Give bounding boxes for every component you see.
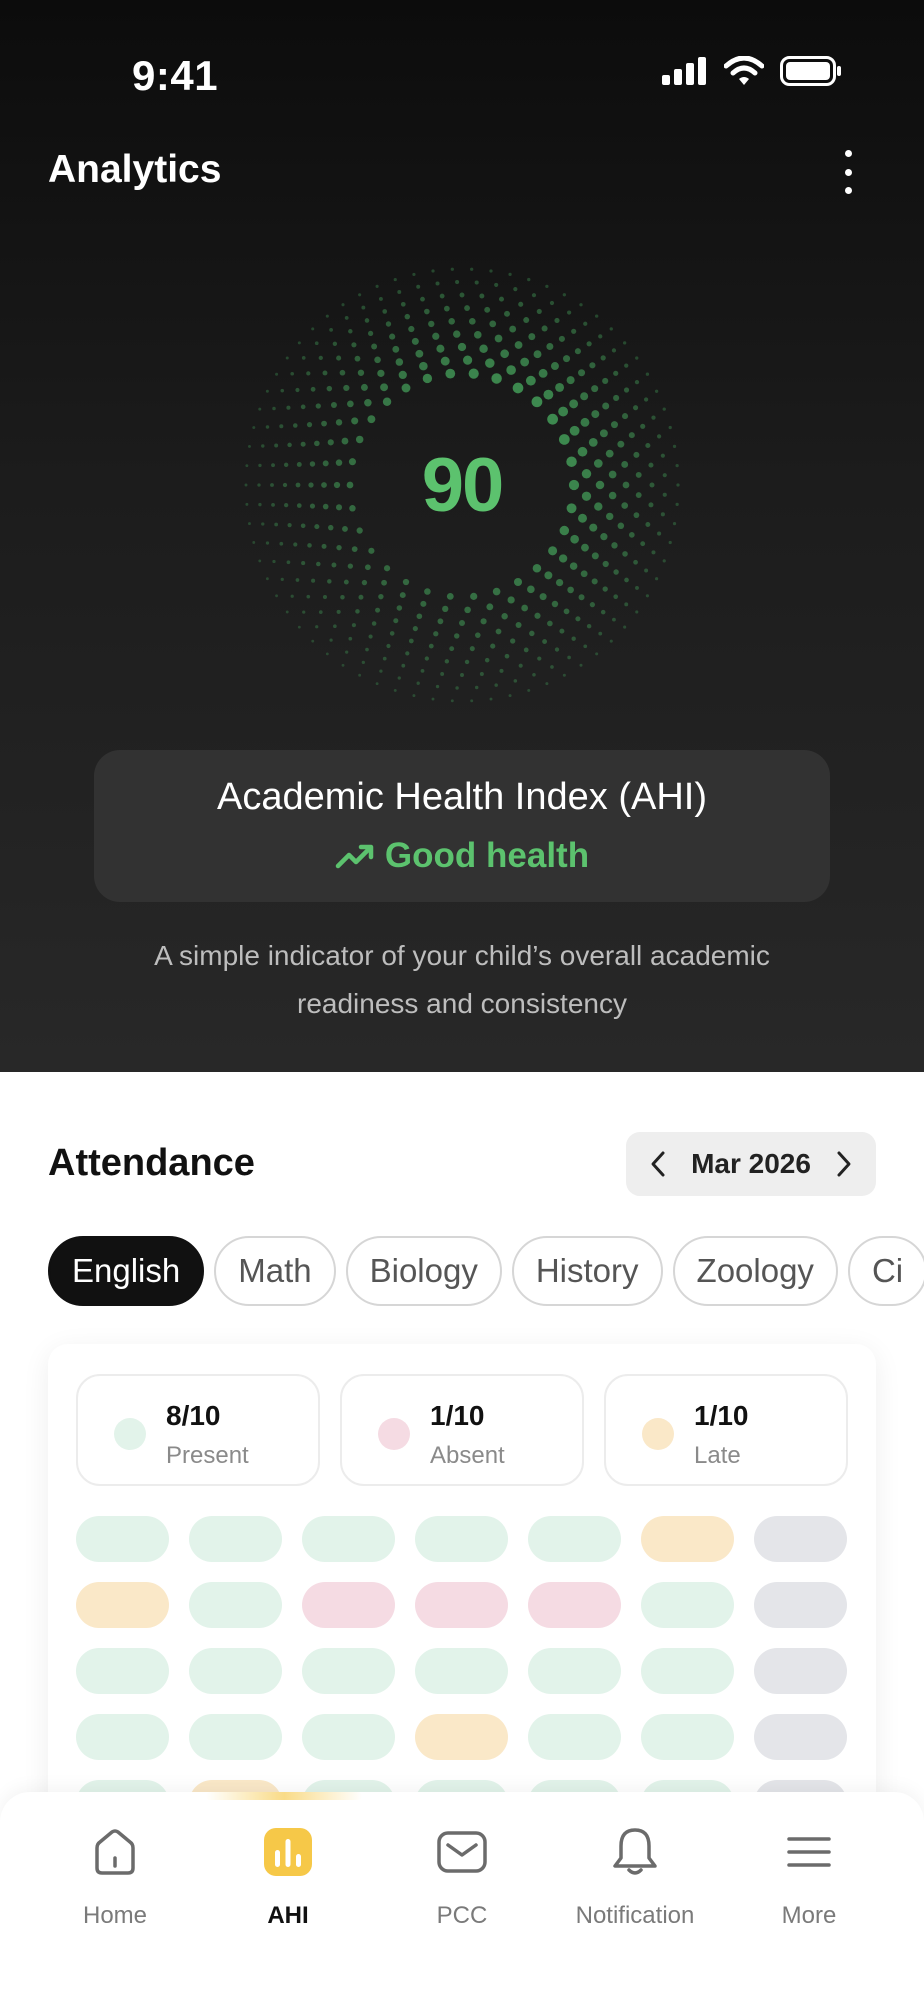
subject-chip-zoology[interactable]: Zoology (672, 1236, 838, 1306)
calendar-day-absent[interactable] (528, 1582, 621, 1628)
bell-icon (609, 1826, 661, 1878)
calendar-day-late[interactable] (641, 1516, 734, 1562)
calendar-day-late[interactable] (76, 1582, 169, 1628)
subject-filter: English Math Biology History Zoology Ci (48, 1236, 924, 1308)
calendar-day-present[interactable] (415, 1648, 508, 1694)
calendar-day-present[interactable] (641, 1582, 734, 1628)
ahi-title: Academic Health Index (AHI) (217, 776, 707, 818)
calendar-day-off[interactable] (754, 1582, 847, 1628)
calendar-day-present[interactable] (189, 1714, 282, 1760)
late-stat: 1/10 Late (604, 1374, 848, 1486)
status-time: 9:41 (132, 52, 219, 99)
mail-icon (436, 1826, 488, 1878)
menu-icon (783, 1826, 835, 1878)
calendar-day-present[interactable] (189, 1648, 282, 1694)
subject-chip-english[interactable]: English (48, 1236, 205, 1306)
previous-month-icon[interactable] (646, 1148, 670, 1180)
calendar-day-present[interactable] (641, 1714, 734, 1760)
calendar-day-off[interactable] (754, 1714, 847, 1760)
subject-chip-ci[interactable]: Ci (847, 1236, 924, 1306)
subject-chip-biology[interactable]: Biology (345, 1236, 502, 1306)
tab-notification-label: Notification (575, 1902, 695, 1929)
calendar-day-present[interactable] (302, 1714, 395, 1760)
home-icon (89, 1826, 141, 1878)
tab-ahi-label: AHI (267, 1902, 309, 1929)
next-month-icon[interactable] (832, 1148, 856, 1180)
page-title: Analytics (48, 148, 222, 191)
absent-stat: 1/10 Absent (340, 1374, 584, 1486)
calendar-day-present[interactable] (76, 1516, 169, 1562)
tab-pcc[interactable]: PCC (370, 1792, 554, 2000)
present-count: 8/10 (166, 1400, 221, 1431)
present-dot (114, 1418, 146, 1450)
tab-more-label: More (781, 1902, 837, 1929)
attendance-calendar (76, 1516, 847, 1826)
present-label: Present (166, 1442, 249, 1469)
calendar-day-present[interactable] (415, 1516, 508, 1562)
calendar-day-present[interactable] (76, 1714, 169, 1760)
tab-home[interactable]: Home (23, 1792, 207, 2000)
trending-up-icon (335, 844, 374, 869)
ahi-description: A simple indicator of your child’s overa… (154, 940, 770, 1019)
tab-notification[interactable]: Notification (543, 1792, 727, 2000)
absent-count: 1/10 (430, 1400, 485, 1431)
chart-icon (262, 1826, 314, 1878)
calendar-day-present[interactable] (302, 1648, 395, 1694)
ahi-status-label: Good health (384, 836, 590, 875)
status-icons (662, 56, 842, 86)
tab-home-label: Home (82, 1902, 148, 1929)
calendar-day-late[interactable] (415, 1714, 508, 1760)
tab-more[interactable]: More (717, 1792, 901, 2000)
calendar-day-absent[interactable] (415, 1582, 508, 1628)
present-stat: 8/10 Present (76, 1374, 320, 1486)
bottom-tab-bar: Home AHI PCC Notification More (0, 1792, 924, 2000)
late-dot (642, 1418, 674, 1450)
tab-pcc-label: PCC (436, 1902, 488, 1929)
ahi-summary-card: Academic Health Index (AHI) Good health (94, 750, 830, 902)
calendar-day-present[interactable] (189, 1516, 282, 1562)
month-picker[interactable]: Mar 2026 (626, 1132, 876, 1196)
tab-ahi[interactable]: AHI (196, 1792, 380, 2000)
calendar-day-present[interactable] (76, 1648, 169, 1694)
calendar-day-present[interactable] (302, 1516, 395, 1562)
calendar-day-present[interactable] (528, 1648, 621, 1694)
battery-icon (780, 56, 841, 86)
subject-chip-row: English Math Biology History Zoology Ci (48, 1236, 924, 1306)
status-bar: 9:41 (0, 0, 924, 150)
calendar-day-present[interactable] (528, 1516, 621, 1562)
calendar-day-off[interactable] (754, 1648, 847, 1694)
calendar-day-absent[interactable] (302, 1582, 395, 1628)
ahi-status: Good health (94, 836, 830, 876)
late-label: Late (694, 1442, 741, 1469)
calendar-day-present[interactable] (528, 1714, 621, 1760)
analytics-hero: 9:41 Analytics 90 Academic Health Index … (0, 0, 924, 1072)
absent-label: Absent (430, 1442, 505, 1469)
late-count: 1/10 (694, 1400, 749, 1431)
cellular-signal-icon (662, 57, 706, 85)
subject-chip-history[interactable]: History (511, 1236, 663, 1306)
month-label: Mar 2026 (691, 1148, 811, 1179)
subject-chip-math[interactable]: Math (214, 1236, 336, 1306)
wifi-icon (724, 56, 764, 85)
attendance-title: Attendance (48, 1142, 255, 1184)
calendar-day-present[interactable] (641, 1648, 734, 1694)
ahi-score: 90 (421, 442, 505, 528)
calendar-day-off[interactable] (754, 1516, 847, 1562)
more-options-icon[interactable] (836, 150, 860, 194)
calendar-day-present[interactable] (189, 1582, 282, 1628)
absent-dot (378, 1418, 410, 1450)
